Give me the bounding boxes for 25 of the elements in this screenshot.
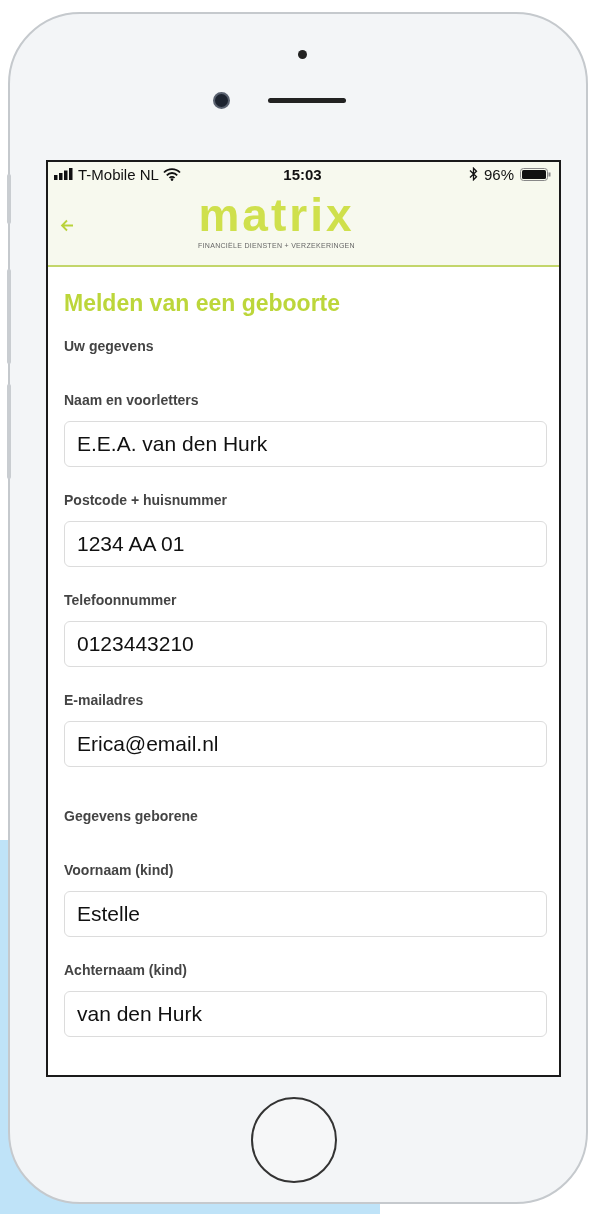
field-label: Achternaam (kind) [64,961,187,979]
section-heading: Gegevens geborene [64,807,198,825]
status-time: 15:03 [283,165,322,183]
input-field[interactable]: Estelle [64,891,547,937]
wifi-icon [162,167,181,181]
field-label: Telefoonnummer [64,591,177,609]
sensor-dot [297,50,307,59]
page-title: Melden van een geboorte [64,289,341,317]
battery-percent: 96% [483,165,514,183]
input-field[interactable]: Erica@email.nl [64,721,547,767]
signal-icon [54,168,74,180]
field-label: Voornaam (kind) [64,861,174,879]
carrier-name: T-Mobile NL [78,165,159,183]
battery-icon [520,167,551,181]
logo-text: matrix [198,190,355,240]
input-field[interactable]: 0123443210 [64,621,547,667]
input-field[interactable]: E.E.A. van den Hurk [64,421,547,467]
field-label: Postcode + huisnummer [64,491,227,509]
input-field[interactable]: 1234 AA 01 [64,521,547,567]
section-heading: Uw gegevens [64,337,154,355]
camera-lens [212,92,230,109]
bluetooth-icon [468,167,478,181]
field-label: E-mailadres [64,691,144,709]
field-label: Naam en voorletters [64,391,199,409]
input-field[interactable]: van den Hurk [64,991,547,1037]
